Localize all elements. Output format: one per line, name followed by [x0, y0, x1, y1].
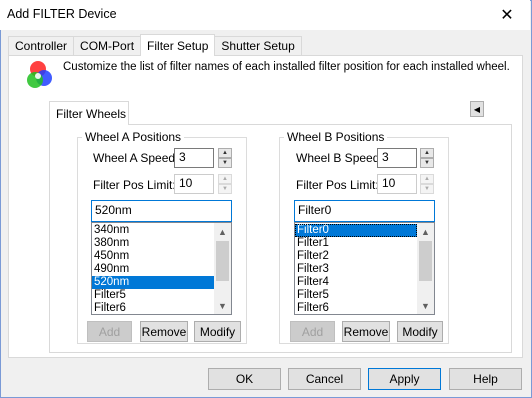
wheel-b-speed-label: Wheel B Speed: — [296, 151, 383, 165]
wheel-b-limit-input[interactable]: 10 — [377, 174, 417, 194]
wheel-a-limit-input[interactable]: 10 — [174, 174, 214, 194]
spin-up-icon[interactable]: ▲ — [420, 148, 434, 158]
close-icon[interactable]: ✕ — [484, 0, 530, 30]
list-item[interactable]: Filter2 — [295, 250, 434, 263]
tab-com-port[interactable]: COM-Port — [73, 36, 142, 56]
list-item[interactable]: Filter5 — [92, 289, 231, 302]
wheel-a-name-input[interactable]: 520nm — [91, 200, 232, 222]
wheel-a-remove-button[interactable]: Remove — [140, 321, 188, 342]
wheel-b-add-button[interactable]: Add — [290, 321, 335, 342]
spin-down-icon[interactable]: ▼ — [420, 158, 434, 168]
description-text: Customize the list of filter names of ea… — [63, 61, 510, 73]
list-item[interactable]: 450nm — [92, 250, 231, 263]
cancel-button[interactable]: Cancel — [288, 368, 361, 390]
scroll-up-icon[interactable]: ▲ — [214, 223, 231, 240]
apply-button[interactable]: Apply — [368, 368, 441, 390]
wheel-b-speed-spinner: ▲ ▼ — [420, 148, 434, 168]
window-title: Add FILTER Device — [7, 7, 117, 21]
scroll-up-icon[interactable]: ▲ — [417, 223, 434, 240]
spin-up-icon[interactable]: ▲ — [218, 148, 232, 158]
tab-controller[interactable]: Controller — [8, 36, 75, 56]
spin-up-icon[interactable]: ▲ — [218, 174, 232, 184]
wheel-b-limit-label: Filter Pos Limit: — [296, 178, 379, 192]
list-item[interactable]: Filter6 — [92, 302, 231, 314]
wheel-b-legend: Wheel B Positions — [284, 130, 388, 144]
list-item[interactable]: Filter3 — [295, 263, 434, 276]
wheel-a-add-button[interactable]: Add — [87, 321, 132, 342]
help-button[interactable]: Help — [449, 368, 522, 390]
list-item[interactable]: 380nm — [92, 237, 231, 250]
wheel-a-listbox[interactable]: 340nm 380nm 450nm 490nm 520nm Filter5 Fi… — [91, 222, 232, 315]
wheel-a-speed-input[interactable]: 3 — [174, 148, 214, 168]
wheel-a-limit-spinner: ▲ ▼ — [218, 174, 232, 194]
tab-shutter-setup[interactable]: Shutter Setup — [214, 36, 302, 56]
wheel-a-speed-label: Wheel A Speed: — [93, 151, 179, 165]
wheel-a-modify-button[interactable]: Modify — [194, 321, 241, 342]
scroll-down-icon[interactable]: ▼ — [214, 297, 231, 314]
ok-button[interactable]: OK — [208, 368, 281, 390]
list-item-selected[interactable]: Filter0 — [295, 224, 417, 237]
list-item[interactable]: Filter6 — [295, 302, 434, 314]
wheel-b-limit-spinner: ▲ ▼ — [420, 174, 434, 194]
tab-filter-wheels[interactable]: Filter Wheels — [49, 101, 129, 125]
wheel-a-speed-spinner: ▲ ▼ — [218, 148, 232, 168]
spin-down-icon[interactable]: ▼ — [420, 184, 434, 194]
wheel-b-listbox[interactable]: Filter0 Filter1 Filter2 Filter3 Filter4 … — [294, 222, 435, 315]
tab-strip: Controller COM-Port Filter Setup Shutter… — [8, 34, 302, 56]
spin-down-icon[interactable]: ▼ — [218, 184, 232, 194]
spin-up-icon[interactable]: ▲ — [420, 174, 434, 184]
scroll-down-icon[interactable]: ▼ — [417, 297, 434, 314]
wheel-b-scrollbar[interactable]: ▲ ▼ — [417, 223, 434, 314]
wheel-a-scrollbar[interactable]: ▲ ▼ — [214, 223, 231, 314]
spin-down-icon[interactable]: ▼ — [218, 158, 232, 168]
rgb-filter-icon — [27, 61, 52, 88]
list-item[interactable]: Filter5 — [295, 289, 434, 302]
wheel-b-name-input[interactable]: Filter0 — [294, 200, 435, 222]
scroll-thumb[interactable] — [216, 241, 229, 281]
list-item[interactable]: 490nm — [92, 263, 231, 276]
wheel-b-remove-button[interactable]: Remove — [342, 321, 390, 342]
wheel-a-limit-label: Filter Pos Limit: — [93, 178, 176, 192]
list-item[interactable]: Filter4 — [295, 276, 434, 289]
tab-filter-setup[interactable]: Filter Setup — [140, 34, 216, 56]
list-item-selected[interactable]: 520nm — [92, 276, 214, 289]
tab-scroll-left-button[interactable]: ◀ — [470, 101, 484, 117]
list-item[interactable]: Filter1 — [295, 237, 434, 250]
title-bar: Add FILTER Device ✕ — [0, 0, 530, 30]
wheel-b-modify-button[interactable]: Modify — [397, 321, 443, 342]
wheel-a-legend: Wheel A Positions — [82, 130, 185, 144]
list-item[interactable]: 340nm — [92, 224, 231, 237]
scroll-thumb[interactable] — [419, 241, 432, 281]
wheel-b-speed-input[interactable]: 3 — [377, 148, 417, 168]
